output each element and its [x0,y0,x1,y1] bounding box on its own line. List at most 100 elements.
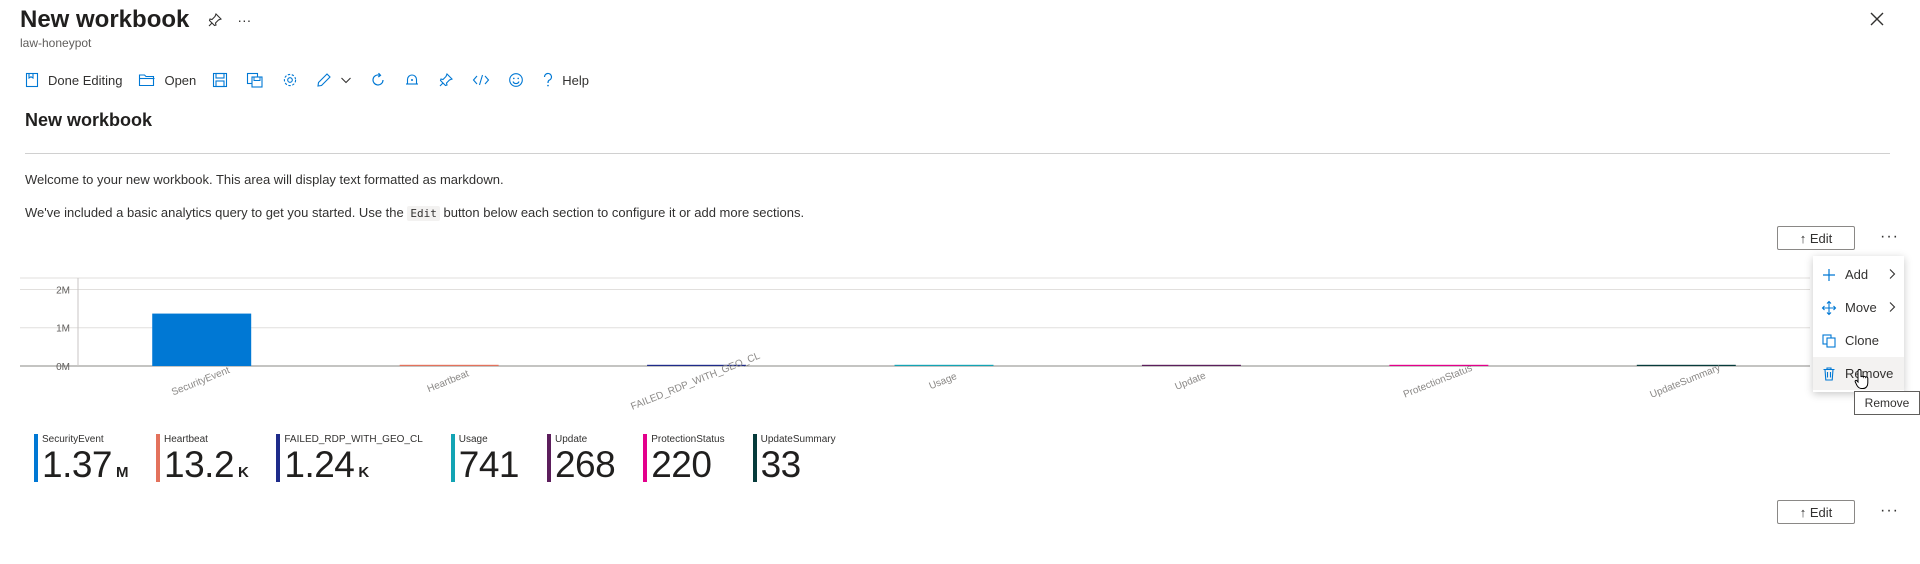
stat-tile[interactable]: UpdateSummary 33 [752,434,836,492]
tile-number: 1.37 [42,444,113,485]
gear-icon[interactable] [282,72,298,88]
tile-number: 220 [651,444,712,485]
tile-value: 13.2 K [164,444,249,492]
x-tick-label: Update [1173,370,1207,392]
move-icon [1821,300,1837,315]
close-icon[interactable] [1868,10,1886,28]
tile-color-bar [276,434,281,482]
divider [25,153,1890,154]
pin-to-dashboard-icon[interactable] [438,72,454,88]
toolbar: Done Editing Open Help [24,68,605,92]
tile-value: 1.37 M [42,444,129,492]
x-tick-label: Heartbeat [426,368,471,395]
stat-tile[interactable]: Usage 741 [450,434,520,492]
stat-tile[interactable]: ProtectionStatus 220 [643,434,725,492]
page-title: New workbook [20,6,190,33]
tile-color-bar [156,434,161,482]
inline-code: Edit [407,206,440,221]
section-title: New workbook [25,110,153,130]
tile-value: 741 [458,444,520,485]
edit-button[interactable]: ↑ Edit [1777,226,1855,250]
more-options-icon[interactable]: ··· [1880,228,1899,246]
stat-tile[interactable]: FAILED_RDP_WITH_GEO_CL 1.24 K [276,434,423,492]
chevron-right-icon [1889,269,1896,279]
question-icon [544,72,553,87]
trash-icon [1823,366,1835,381]
edit-button-2[interactable]: ↑ Edit [1777,500,1855,524]
edit-pencil-icon[interactable] [316,72,332,88]
bar [1141,364,1241,366]
tile-color-bar [34,434,38,482]
refresh-icon[interactable] [370,72,386,88]
y-tick-label: 1M [56,324,70,335]
tile-value: 33 [761,446,836,484]
stat-tile[interactable]: Update 268 [546,434,616,492]
tile-color-bar [643,434,648,482]
more-options-icon-2[interactable]: ··· [1880,502,1899,520]
help-label: Help [562,72,590,88]
save-as-icon[interactable] [246,72,264,88]
chevron-right-icon [1889,302,1896,312]
tile-number: 13.2 [164,444,235,485]
menu-item-clone[interactable]: Clone [1813,324,1904,357]
pin-icon[interactable] [207,12,223,28]
bar [1636,364,1736,366]
menu-item-add[interactable]: Add [1813,258,1904,291]
menu-item-label: Clone [1845,333,1879,348]
x-tick-label: Usage [928,371,959,392]
page-subtitle: law-honeypot [20,36,92,50]
bar [399,364,499,366]
x-tick-label: UpdateSummary [1649,363,1723,401]
markdown-text: We've included a basic analytics query t… [25,205,404,220]
save-icon[interactable] [212,72,228,88]
tile-number: 1.24 [284,444,355,485]
plus-icon [1823,268,1835,281]
clone-icon [1822,333,1836,348]
tile-unit: M [116,464,129,481]
y-tick-label: 2M [56,285,70,296]
markdown-text: button below each section to configure i… [443,205,805,220]
stat-tile[interactable]: Heartbeat 13.2 K [156,434,249,492]
bar [152,313,252,366]
menu-item-label: Move [1845,300,1877,315]
bar-chart: 0M 1M 2M SecurityEvent Heartbeat FAILED_RDP_W… [20,276,1810,426]
done-editing-icon [25,72,39,88]
menu-item-label: Add [1845,267,1869,282]
tile-unit: K [358,464,369,481]
help-button[interactable]: Help [542,72,589,88]
done-editing-label: Done Editing [48,72,123,88]
tile-color-bar [752,434,757,482]
bar [1389,364,1489,366]
x-tick-label: SecurityEvent [170,365,232,398]
chevron-down-icon[interactable] [340,74,352,86]
tile-value: 1.24 K [284,446,422,492]
alert-icon[interactable] [404,72,420,88]
menu-item-move[interactable]: Move [1813,291,1904,324]
done-editing-button[interactable]: Done Editing [24,72,122,88]
y-tick-label: 0M [56,362,70,373]
tile-number: 33 [760,444,802,485]
open-button[interactable]: Open [138,72,196,88]
tile-number: 268 [554,444,616,485]
stat-tile[interactable]: SecurityEvent 1.37 M [34,434,129,492]
tile-unit: K [238,464,249,481]
chart-svg: 0M 1M 2M SecurityEvent Heartbeat FAILED_RDP_W… [20,277,1810,413]
bar [894,364,994,366]
tile-color-bar [546,434,551,482]
code-icon[interactable] [472,72,490,88]
tile-value: 220 [651,446,724,484]
tile-number: 741 [458,444,520,485]
markdown-paragraph-2: We've included a basic analytics query t… [25,205,805,221]
smiley-icon[interactable] [508,72,524,88]
x-tick-label: ProtectionStatus [1402,363,1474,401]
open-label: Open [164,72,197,88]
more-icon[interactable]: ··· [237,12,251,28]
tile-color-bar [450,434,455,482]
folder-open-icon [139,74,155,87]
x-tick-label: FAILED_RDP_WITH_GEO_CL [629,351,762,413]
stat-tiles: SecurityEvent 1.37 M Heartbeat 13.2 K FAILED_R… [34,434,864,492]
header: New workbook ··· law-honeypot [20,6,251,50]
tooltip: Remove [1854,391,1920,415]
tile-value: 268 [554,444,616,485]
markdown-paragraph: Welcome to your new workbook. This area … [25,172,504,187]
